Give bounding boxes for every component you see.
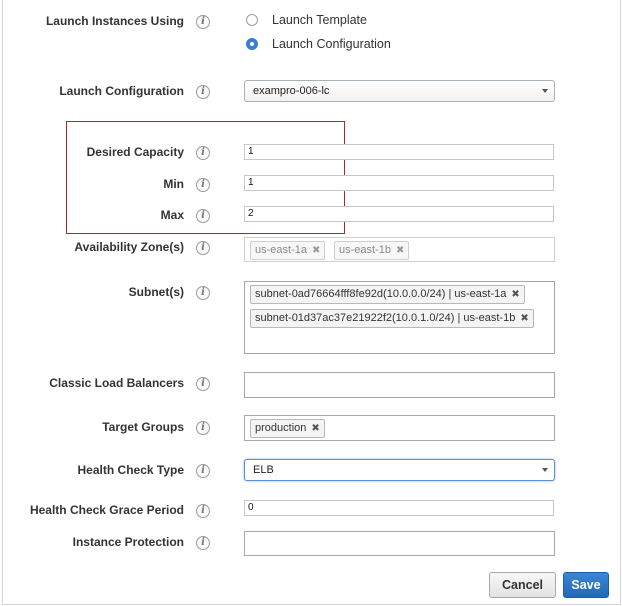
min-input[interactable]: 1 xyxy=(244,175,554,191)
tag-subnet: subnet-01d37ac37e21922f2(10.0.1.0/24) | … xyxy=(250,309,534,328)
instance-protection-field[interactable] xyxy=(244,531,555,556)
info-icon[interactable]: i xyxy=(196,504,210,518)
subnets-field[interactable]: subnet-0ad76664fff8fe92d(10.0.0.0/24) | … xyxy=(244,281,555,354)
close-icon: ✖ xyxy=(311,245,321,256)
close-icon: ✖ xyxy=(395,245,405,256)
launch-configuration-select[interactable]: exampro-006-lc xyxy=(244,80,555,102)
close-icon[interactable]: ✖ xyxy=(520,310,528,327)
save-button[interactable]: Save xyxy=(563,572,609,598)
instance-protection-label: Instance Protection xyxy=(72,535,184,549)
radio-label: Launch Configuration xyxy=(272,37,391,51)
health-check-type-select[interactable]: ELB xyxy=(244,459,555,481)
target-groups-label: Target Groups xyxy=(102,420,184,434)
close-icon[interactable]: ✖ xyxy=(311,420,319,437)
radio-launch-configuration[interactable]: Launch Configuration xyxy=(246,37,391,51)
classic-load-balancers-label: Classic Load Balancers xyxy=(49,376,184,390)
min-label: Min xyxy=(163,177,184,191)
cancel-button[interactable]: Cancel xyxy=(489,572,556,598)
info-icon[interactable]: i xyxy=(196,146,210,160)
info-icon[interactable]: i xyxy=(196,536,210,550)
target-groups-field[interactable]: production ✖ xyxy=(244,415,555,441)
info-icon[interactable]: i xyxy=(196,178,210,192)
tag-subnet: subnet-0ad76664fff8fe92d(10.0.0.0/24) | … xyxy=(250,285,525,304)
tag-target-group: production ✖ xyxy=(250,419,325,438)
chevron-down-icon xyxy=(542,89,548,93)
availability-zones-label: Availability Zone(s) xyxy=(74,240,184,254)
radio-button[interactable] xyxy=(246,14,258,26)
desired-capacity-label: Desired Capacity xyxy=(86,145,184,159)
select-value: ELB xyxy=(253,464,274,476)
subnets-label: Subnet(s) xyxy=(128,285,184,299)
radio-label: Launch Template xyxy=(272,13,367,27)
radio-button-selected[interactable] xyxy=(246,38,258,50)
info-icon[interactable]: i xyxy=(196,85,210,99)
health-check-grace-period-label: Health Check Grace Period xyxy=(29,503,184,517)
launch-using-label: Launch Instances Using xyxy=(45,14,184,28)
info-icon[interactable]: i xyxy=(196,377,210,391)
info-icon[interactable]: i xyxy=(196,209,210,223)
chevron-down-icon xyxy=(542,468,548,472)
info-icon[interactable]: i xyxy=(196,241,210,255)
info-icon[interactable]: i xyxy=(196,464,210,478)
classic-load-balancers-field[interactable] xyxy=(244,372,555,398)
info-icon[interactable]: i xyxy=(196,15,210,29)
info-icon[interactable]: i xyxy=(196,421,210,435)
close-icon[interactable]: ✖ xyxy=(511,286,519,303)
availability-zones-field: us-east-1a ✖ us-east-1b ✖ xyxy=(244,237,555,262)
info-icon[interactable]: i xyxy=(196,286,210,300)
desired-capacity-input[interactable]: 1 xyxy=(244,144,554,160)
tag-availability-zone: us-east-1a ✖ xyxy=(250,241,326,260)
radio-launch-template[interactable]: Launch Template xyxy=(246,13,367,27)
max-label: Max xyxy=(160,208,184,222)
health-check-grace-period-input[interactable]: 0 xyxy=(244,500,554,516)
max-input[interactable]: 2 xyxy=(244,206,554,222)
select-value: exampro-006-lc xyxy=(253,85,330,97)
health-check-type-label: Health Check Type xyxy=(77,463,184,477)
tag-availability-zone: us-east-1b ✖ xyxy=(334,241,410,260)
launch-configuration-label: Launch Configuration xyxy=(59,84,184,98)
